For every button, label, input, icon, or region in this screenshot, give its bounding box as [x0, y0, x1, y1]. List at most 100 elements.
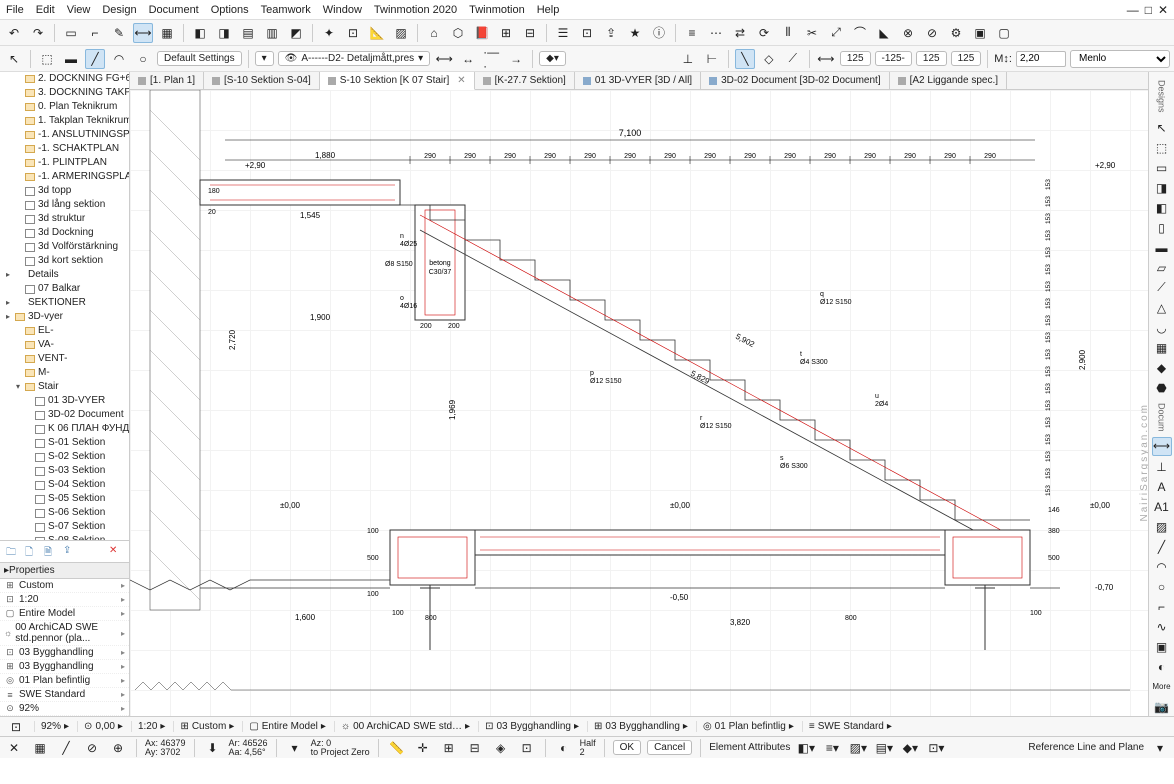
menu-item[interactable]: Window [323, 4, 362, 16]
designs-tab[interactable]: Designs [1157, 76, 1167, 117]
stair-side-icon[interactable]: ⟋ [1152, 279, 1172, 297]
model-view-icon[interactable]: ▤ [238, 23, 258, 43]
nav-item[interactable]: S-02 Sektion [0, 450, 129, 464]
snap-guide-icon[interactable]: ⊟ [465, 738, 485, 758]
zoom-fit-icon[interactable]: ⊡ [6, 717, 26, 737]
fillet-icon[interactable]: ⌒ [850, 23, 870, 43]
menu-item[interactable]: Edit [36, 4, 55, 16]
property-row[interactable]: ▢Entire Model▸ [0, 607, 129, 621]
show-hide-icon[interactable]: ✦ [319, 23, 339, 43]
option-dropdown[interactable]: ⊞ Custom ▸ [173, 721, 234, 732]
align-icon[interactable]: ≡ [682, 23, 702, 43]
shell-side-icon[interactable]: ◡ [1152, 319, 1172, 337]
nav-item[interactable]: -1. PLINTPLAN [0, 156, 129, 170]
menu-item[interactable]: View [67, 4, 91, 16]
mirror-icon[interactable]: ⇄ [730, 23, 750, 43]
angle-dropdown[interactable]: ⊙ 0,00 ▸ [77, 721, 123, 732]
menu-item[interactable]: Help [537, 4, 560, 16]
elevation-icon[interactable]: ⊟ [520, 23, 540, 43]
drawing-side-icon[interactable]: ▣ [1152, 638, 1172, 656]
attr-mat-icon[interactable]: ◆▾ [900, 738, 920, 758]
layer-selector[interactable]: 👁 A------D2- Detaljmått,pres ▾ [278, 51, 431, 66]
elev-icon[interactable]: ▾ [285, 738, 305, 758]
dim-val-3[interactable]: 125 [916, 51, 947, 66]
trim-icon[interactable]: ✂ [802, 23, 822, 43]
wall-icon[interactable]: ▬ [61, 49, 81, 69]
nav-item[interactable]: M- [0, 366, 129, 380]
attr-fills-icon[interactable]: ▨▾ [848, 738, 868, 758]
maximize-icon[interactable]: □ [1145, 3, 1152, 17]
nav-item[interactable]: 3d struktur [0, 212, 129, 226]
camera-side-icon[interactable]: 📷 [1152, 698, 1172, 716]
arrow-tool-side-icon[interactable]: ↖ [1152, 119, 1172, 137]
ok-button[interactable]: OK [613, 740, 641, 755]
graphic-override-icon[interactable]: ▥ [262, 23, 282, 43]
menu-item[interactable]: Teamwork [261, 4, 311, 16]
polyline-side-icon[interactable]: ⌐ [1152, 598, 1172, 616]
witness-line-2-icon[interactable]: ⊢ [702, 49, 722, 69]
property-row[interactable]: ⊞03 Bygghandling▸ [0, 660, 129, 674]
menu-item[interactable]: Twinmotion [469, 4, 525, 16]
dim-val-4[interactable]: 125 [951, 51, 982, 66]
menu-item[interactable]: Options [211, 4, 249, 16]
split-icon[interactable]: ⊘ [922, 23, 942, 43]
view-tab[interactable]: [A2 Liggande spec.] [890, 72, 1007, 89]
select-tool-icon[interactable]: ▦ [157, 23, 177, 43]
fill-icon[interactable]: ▨ [391, 23, 411, 43]
mesh-side-icon[interactable]: ▦ [1152, 339, 1172, 357]
nav-item[interactable]: 0. Plan Teknikrum [0, 100, 129, 114]
home-icon[interactable]: ⌂ [424, 23, 444, 43]
layer2-dropdown[interactable]: ⊞ 03 Bygghandling ▸ [587, 721, 688, 732]
extend-icon[interactable]: ⤢ [826, 23, 846, 43]
favorites-icon[interactable]: ★ [625, 23, 645, 43]
marker-dropdown[interactable]: ◆▾ [539, 51, 566, 66]
nav-item[interactable]: -1. ARMERINGSPLAN [0, 170, 129, 184]
ruler-icon[interactable]: 📏 [387, 738, 407, 758]
measure-icon[interactable]: 📐 [367, 23, 387, 43]
nav-item[interactable]: VENT- [0, 352, 129, 366]
tab-close-icon[interactable]: ✕ [457, 75, 465, 86]
geometry-method-4-icon[interactable]: → [506, 49, 526, 69]
line-icon[interactable]: ╱ [85, 49, 105, 69]
plan-dropdown[interactable]: ◎ 01 Plan befintlig ▸ [696, 721, 794, 732]
nav-item[interactable]: ▾Stair [0, 380, 129, 394]
snap-icon[interactable]: ✕ [4, 738, 24, 758]
geometry-method-1-icon[interactable]: ⟷ [434, 49, 454, 69]
layer-icon[interactable]: ◧ [190, 23, 210, 43]
view-3d-icon[interactable]: ⬡ [448, 23, 468, 43]
nav-item[interactable]: 1. Takplan Teknikrum [0, 114, 129, 128]
nav-project-icon[interactable]: 🗀 [6, 545, 20, 559]
dim-chain-icon[interactable]: ⟷ [816, 49, 836, 69]
offset-icon[interactable]: ⫴ [778, 23, 798, 43]
marquee-icon[interactable]: ⬚ [37, 49, 57, 69]
attr-lines-icon[interactable]: ≡▾ [822, 738, 842, 758]
menu-item[interactable]: Design [102, 4, 136, 16]
door-side-icon[interactable]: ◨ [1152, 179, 1172, 197]
distribute-icon[interactable]: ⋯ [706, 23, 726, 43]
default-settings-button[interactable]: Default Settings [157, 51, 242, 66]
edit-tool-icon[interactable]: ✎ [109, 23, 129, 43]
grid-snap-icon[interactable]: ▦ [30, 738, 50, 758]
arrow-tool-icon[interactable]: ↖ [4, 49, 24, 69]
origin-icon[interactable]: ⊕ [108, 738, 128, 758]
more-label[interactable]: More [1152, 678, 1172, 696]
geometry-method-2-icon[interactable]: ↔ [458, 49, 478, 69]
property-row[interactable]: ⊡1:20▸ [0, 593, 129, 607]
layer-combo-icon[interactable]: ◨ [214, 23, 234, 43]
witness-line-1-icon[interactable]: ⊥ [678, 49, 698, 69]
nav-delete-icon[interactable]: ✕ [109, 545, 123, 559]
dim-style-2-icon[interactable]: ◇ [759, 49, 779, 69]
font-selector[interactable]: Menlo [1070, 50, 1170, 68]
nav-layout-icon[interactable]: 🗎 [44, 545, 58, 559]
nav-item[interactable]: EL- [0, 324, 129, 338]
beam-side-icon[interactable]: ▬ [1152, 239, 1172, 257]
chamfer-icon[interactable]: ◣ [874, 23, 894, 43]
attr-profile-icon[interactable]: ⊡▾ [926, 738, 946, 758]
snap-element-icon[interactable]: ◈ [491, 738, 511, 758]
nav-item[interactable]: S-05 Sektion [0, 492, 129, 506]
nav-item[interactable]: 3. DOCKNING TAKPLAN [0, 86, 129, 100]
layer-dropdown[interactable]: ▾ [255, 51, 274, 66]
group-icon[interactable]: ▣ [970, 23, 990, 43]
std-dropdown[interactable]: ≡ SWE Standard ▸ [802, 721, 892, 732]
object-side-icon[interactable]: ⬣ [1152, 379, 1172, 397]
